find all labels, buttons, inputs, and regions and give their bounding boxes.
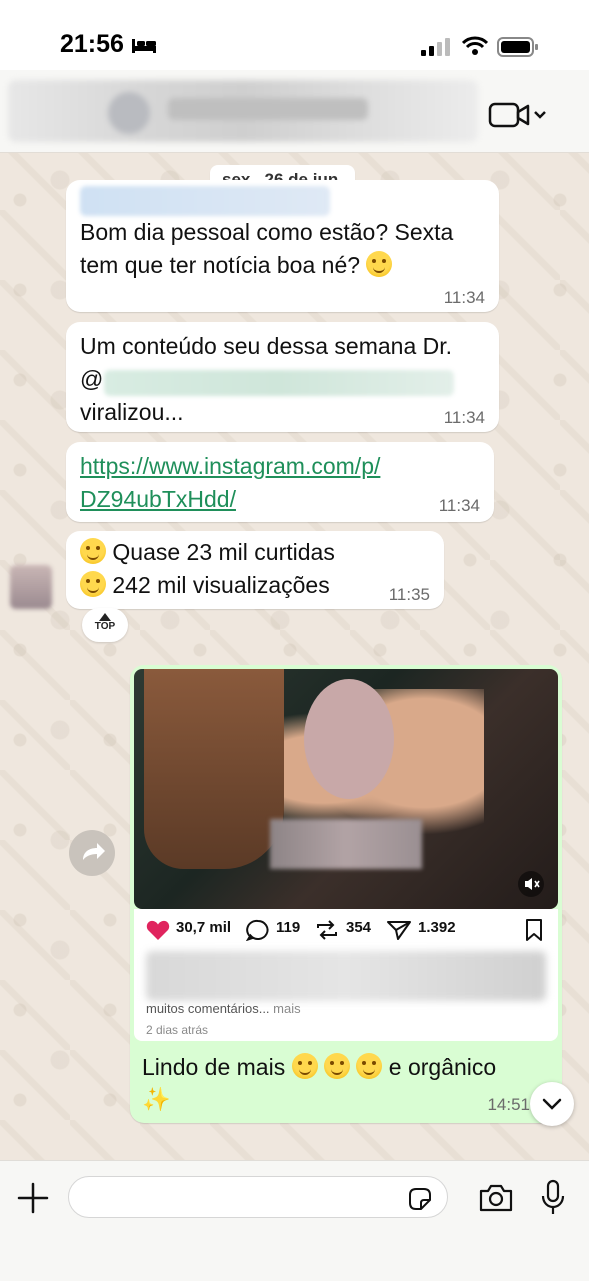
heart-icon[interactable] [146,919,170,941]
star-struck-emoji-icon [366,251,393,277]
censored-region [270,819,422,869]
scroll-to-bottom-button[interactable] [530,1082,574,1126]
star-struck-emoji-icon [80,538,106,564]
posted-ago: 2 dias atrás [146,1023,209,1037]
message-line: Bom dia pessoal como estão? Sexta [80,219,454,245]
message-time: 11:34 [443,408,485,427]
top-badge-label: TOP [94,621,116,632]
incoming-message[interactable]: Bom dia pessoal como estão? Sexta tem qu… [66,180,499,312]
message-input[interactable] [68,1176,448,1218]
message-text: Quase 23 mil curtidas 242 mil visualizaç… [80,536,335,602]
message-line: Lindo de mais [142,1054,286,1080]
comments-preview[interactable]: muitos comentários... mais [146,1001,301,1016]
camera-icon[interactable] [478,1183,514,1213]
status-time: 21:56 [60,30,124,58]
contact-avatar[interactable] [108,92,150,134]
wifi-icon [462,36,488,55]
instagram-caption-card: muitos comentários... mais 2 dias atrás [134,949,558,1041]
message-line: Quase 23 mil curtidas [112,539,335,565]
message-time: 11:35 [388,585,430,604]
repost-icon[interactable] [314,919,340,941]
outgoing-message[interactable]: 30,7 mil 119 354 1.392 muitos comentário… [130,665,562,1123]
incoming-message[interactable]: https://www.instagram.com/p/ DZ94ubTxHdd… [66,442,494,522]
top-contributor-badge: TOP [82,608,128,642]
message-line: Um conteúdo seu dessa semana Dr. [80,333,453,359]
message-text: https://www.instagram.com/p/ DZ94ubTxHdd… [80,450,380,516]
comments-text: muitos comentários... [146,1001,270,1016]
sender-avatar[interactable] [10,565,52,609]
signal-icon [421,38,450,56]
plus-icon[interactable] [16,1181,50,1215]
instagram-link[interactable]: https://www.instagram.com/p/ [80,453,380,479]
comments-count: 119 [276,919,301,936]
microphone-icon[interactable] [540,1179,566,1217]
contact-info-redacted[interactable] [8,80,478,142]
speaker-muted-icon [525,878,540,890]
message-time: 14:51 [487,1095,530,1114]
arrow-up-icon [99,613,111,621]
battery-icon [497,37,538,57]
message-line: e orgânico [388,1054,497,1080]
smiling-hearts-emoji-icon [291,1053,318,1079]
chevron-down-icon [542,1098,562,1110]
pleading-face-emoji-icon [356,1053,383,1079]
bed-icon [132,39,156,53]
instagram-stats-bar: 30,7 mil 119 354 1.392 [134,909,558,949]
forward-icon [83,843,105,860]
contact-name [168,98,368,120]
reposts-count: 354 [346,919,372,936]
message-input-bar [0,1160,589,1281]
incoming-message[interactable]: Quase 23 mil curtidas 242 mil visualizaç… [66,531,444,609]
share-icon[interactable] [386,919,412,941]
caption-redacted [146,951,546,1001]
mention-redacted [104,370,454,396]
message-time: 11:34 [443,288,485,307]
bookmark-icon[interactable] [524,918,544,942]
message-line: tem que ter notícia boa né? [80,252,361,278]
mention-prefix: @ [80,366,104,392]
likes-count: 30,7 mil [176,919,232,936]
video-frame-shape [144,669,284,869]
message-line: 242 mil visualizações [112,572,330,598]
comment-icon[interactable] [246,919,270,941]
mute-icon[interactable] [518,871,544,897]
video-frame-shape [304,679,394,799]
forward-button[interactable] [69,830,115,876]
video-call-icon[interactable] [488,100,550,130]
more-link[interactable]: mais [273,1001,300,1016]
sticker-icon[interactable] [406,1185,434,1213]
heart-eyes-emoji-icon [323,1053,350,1079]
shares-count: 1.392 [418,919,456,936]
instagram-link[interactable]: DZ94ubTxHdd/ [80,486,236,512]
message-line: viralizou... [80,399,184,425]
sparkles-icon: ✨ [142,1086,171,1112]
message-time: 11:34 [438,496,480,515]
message-text: Bom dia pessoal como estão? Sexta tem qu… [80,216,453,282]
status-bar: 21:56 [0,0,589,70]
incoming-message[interactable]: Um conteúdo seu dessa semana Dr. @ viral… [66,322,499,432]
star-struck-emoji-icon [80,571,106,597]
instagram-video-preview[interactable] [134,669,558,909]
sender-name-redacted [80,186,330,216]
